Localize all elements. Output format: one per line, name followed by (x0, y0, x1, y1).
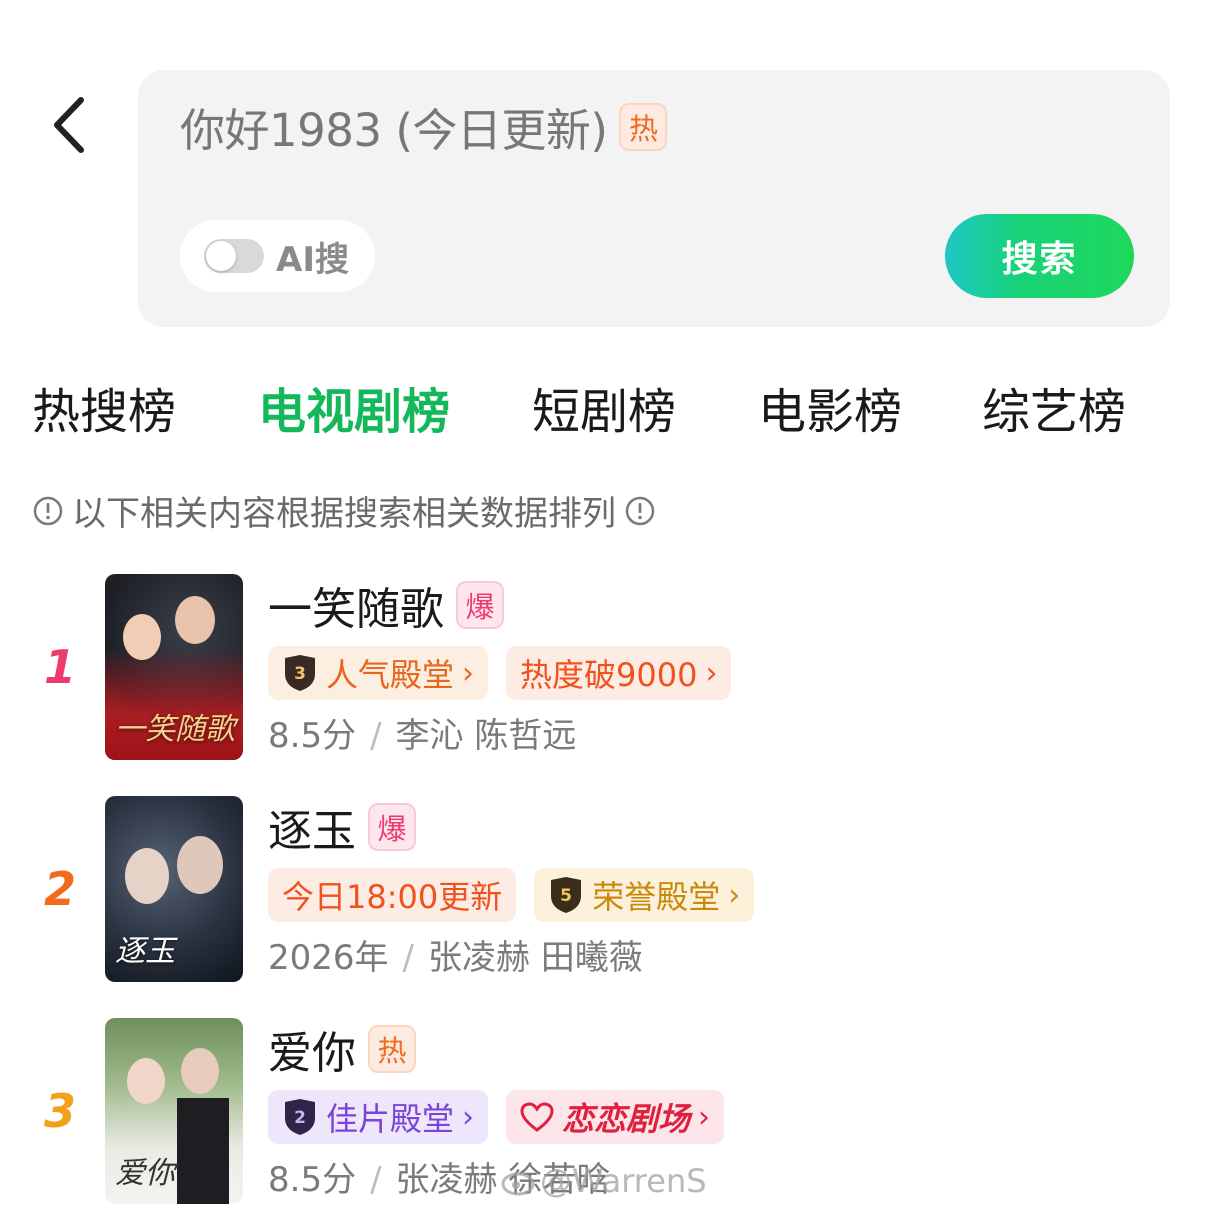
show-title[interactable]: 一笑随歌 (268, 573, 444, 637)
badge-label: 佳片殿堂 (326, 1100, 455, 1138)
chevron-right-icon: › (698, 1099, 711, 1135)
hot-tag: 热 (368, 1025, 416, 1073)
poster-image[interactable]: 逐玉 (105, 796, 243, 982)
update-badge[interactable]: 今日18:00更新 (268, 868, 517, 922)
ranking-notice: 以下相关内容根据搜索相关数据排列 (32, 486, 656, 535)
badge-label: 热度破9000 (520, 656, 698, 694)
show-meta: 2026年 / 张凌赫 田曦薇 (268, 938, 643, 978)
rank-number: 2 (43, 862, 76, 916)
svg-text:3: 3 (294, 664, 306, 684)
shield-icon: 5 (548, 876, 584, 914)
poster-image[interactable]: 一笑随歌 (105, 574, 243, 760)
chevron-right-icon: › (462, 655, 475, 691)
badge-label: 今日18:00更新 (282, 878, 503, 916)
quality-hall-badge[interactable]: 2 佳片殿堂 › (268, 1090, 489, 1144)
heart-logo-icon (520, 1102, 554, 1132)
back-button[interactable] (44, 92, 94, 158)
shield-icon: 2 (282, 1098, 318, 1136)
boom-tag: 爆 (456, 581, 504, 629)
search-button[interactable]: 搜索 (945, 214, 1134, 298)
search-query-text: 你好1983 (今日更新) (180, 104, 608, 157)
badge-label: 荣誉殿堂 (592, 878, 721, 916)
ai-search-label: AI搜 (276, 239, 349, 280)
heat-badge[interactable]: 热度破9000 › (506, 646, 732, 700)
search-box[interactable]: 你好1983 (今日更新) 热 AI搜 搜索 (138, 70, 1170, 327)
show-title[interactable]: 爱你 (268, 1017, 356, 1081)
ai-search-toggle[interactable]: AI搜 (180, 220, 375, 292)
svg-text:2: 2 (294, 1108, 306, 1128)
show-meta: 8.5分 / 李沁 陈哲远 (268, 716, 577, 756)
chevron-left-icon (54, 97, 84, 153)
svg-text:5: 5 (560, 886, 572, 906)
show-title[interactable]: 逐玉 (268, 795, 356, 859)
info-icon (32, 495, 64, 527)
watermark: @WarrenS (500, 1162, 707, 1200)
rank-number: 1 (43, 640, 76, 694)
list-item[interactable]: 1 一笑随歌 一笑随歌 爆 3 人气殿堂 › 热度破9000 › 8.5分 / 李沁 (0, 574, 1206, 764)
love-theater-badge[interactable]: 恋恋剧场 › (506, 1090, 725, 1144)
cast: 张凌赫 田曦薇 (428, 938, 643, 978)
chevron-right-icon: › (705, 655, 718, 691)
poster-title: 逐玉 (115, 934, 175, 969)
poster-title: 一笑随歌 (115, 712, 235, 747)
tab-short-drama[interactable]: 短剧榜 (532, 372, 676, 442)
search-query[interactable]: 你好1983 (今日更新) 热 (180, 94, 668, 159)
toggle-switch[interactable] (204, 239, 264, 273)
tab-movie[interactable]: 电影榜 (758, 372, 902, 442)
tab-variety[interactable]: 综艺榜 (982, 372, 1126, 442)
boom-tag: 爆 (368, 803, 416, 851)
ranking-tabs: 热搜榜 电视剧榜 短剧榜 电影榜 综艺榜 (0, 372, 1206, 440)
chevron-right-icon: › (462, 1099, 475, 1135)
year: 2026年 (268, 938, 389, 978)
poster-title: 爱你 (115, 1156, 175, 1191)
tab-hot-search[interactable]: 热搜榜 (32, 372, 176, 442)
hot-tag: 热 (619, 102, 668, 151)
chevron-right-icon: › (728, 877, 741, 913)
badge-label: 恋恋剧场 (562, 1100, 691, 1138)
notice-text: 以下相关内容根据搜索相关数据排列 (72, 494, 616, 534)
rank-number: 3 (43, 1084, 76, 1138)
rating: 8.5分 (268, 1160, 357, 1200)
poster-image[interactable]: 爱你 (105, 1018, 243, 1204)
rating: 8.5分 (268, 716, 357, 756)
shield-icon: 3 (282, 654, 318, 692)
popularity-hall-badge[interactable]: 3 人气殿堂 › (268, 646, 489, 700)
info-icon[interactable] (624, 495, 656, 527)
tab-tv-series[interactable]: 电视剧榜 (258, 372, 450, 442)
cast: 李沁 陈哲远 (395, 716, 577, 756)
weibo-icon (501, 1172, 535, 1196)
list-item[interactable]: 2 逐玉 逐玉 爆 今日18:00更新 5 荣誉殿堂 › 2026年 / 张凌赫 田… (0, 796, 1206, 986)
badge-label: 人气殿堂 (326, 656, 455, 694)
honor-hall-badge[interactable]: 5 荣誉殿堂 › (534, 868, 755, 922)
